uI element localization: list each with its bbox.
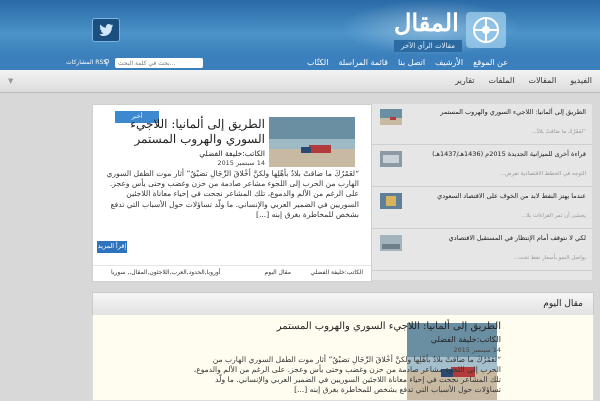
sidebar-post-thumbnail bbox=[380, 151, 402, 167]
sidebar-post[interactable]: قراءة أخرى للميزانية الجديدة 2015م (1436… bbox=[372, 146, 592, 187]
sidebar-post[interactable]: الطريق إلى ألمانيا: اللاجيء السوري والهر… bbox=[372, 104, 592, 145]
search-icon[interactable]: ⚲ bbox=[104, 58, 114, 68]
category-articles[interactable]: المقالات bbox=[528, 70, 556, 92]
recent-posts-sidebar: الطريق إلى ألمانيا: اللاجيء السوري والهر… bbox=[372, 104, 592, 280]
top-link-writers[interactable]: الكتّاب bbox=[307, 56, 328, 70]
daily-article: الطريق إلى ألمانيا: اللاجيء السوري والهر… bbox=[92, 315, 594, 401]
sidebar-post-title[interactable]: الطريق إلى ألمانيا: اللاجيء السوري والهر… bbox=[410, 108, 586, 117]
twitter-icon[interactable] bbox=[92, 18, 120, 42]
top-link-contact[interactable]: اتصل بنا bbox=[398, 56, 425, 70]
category-video[interactable]: الفيديو bbox=[570, 70, 592, 92]
category-reports[interactable]: تقارير bbox=[455, 70, 474, 92]
sidebar-post-thumbnail bbox=[380, 193, 402, 209]
sidebar-post-excerpt: “لعَمْرُكَ ما ضاقتْ بلادٌ... bbox=[531, 129, 586, 135]
top-link-about[interactable]: عن الموقع bbox=[473, 56, 508, 70]
category-navigation: الفيديو المقالات الملفات تقارير ▼ bbox=[0, 70, 600, 93]
sidebar-post[interactable]: لكي لا نتوقف أمام الإنتظار في المستقبل ا… bbox=[372, 230, 592, 271]
sidebar-post-thumbnail bbox=[380, 235, 402, 251]
sidebar-post[interactable]: عندما يهتز النفط لابد من الخوف على الاقت… bbox=[372, 188, 592, 229]
featured-post-image[interactable] bbox=[269, 117, 355, 167]
footer-tags[interactable]: أوروبا,الحدود,العرب,اللاجئون,المقال,, سو… bbox=[111, 269, 220, 276]
site-logo[interactable]: المقال مقالات الرأي الآخر bbox=[394, 8, 514, 52]
top-link-archive[interactable]: الأرشيف bbox=[435, 56, 463, 70]
logo-wordmark: المقال bbox=[394, 8, 459, 37]
sidebar-post-excerpt: يواصل النمو بأسعار نفط تحت... bbox=[513, 255, 586, 261]
post-date: 14 سبتمبر 2015 bbox=[217, 159, 265, 167]
post-author[interactable]: الكاتب:خليفة الفضلي bbox=[165, 149, 265, 158]
sidebar-post-title[interactable]: لكي لا نتوقف أمام الإنتظار في المستقبل ا… bbox=[410, 234, 586, 243]
logo-tagline: مقالات الرأي الآخر bbox=[394, 40, 462, 52]
sidebar-post-title[interactable]: عندما يهتز النفط لابد من الخوف على الاقت… bbox=[410, 192, 586, 201]
footer-category-link[interactable]: مقال اليوم bbox=[265, 269, 291, 276]
daily-article-date: 14 سبتمبر 2015 bbox=[453, 346, 501, 354]
top-link-mailing-list[interactable]: قائمة المراسلة bbox=[338, 56, 388, 70]
site-header: المقال مقالات الرأي الآخر bbox=[0, 0, 600, 56]
featured-post: أخبر الطريق إلى ألمانيا: اللاجيء السوري … bbox=[92, 104, 372, 282]
post-excerpt: “لعَمْرُكَ ما ضاقتْ بلادٌ بأهْلِها ولكنَ… bbox=[106, 169, 359, 219]
sidebar-post-thumbnail bbox=[380, 109, 402, 125]
post-title[interactable]: الطريق إلى ألمانيا: اللاجيء السوري والهر… bbox=[95, 117, 265, 147]
footer-author-link[interactable]: الكاتب:خليفة الفضلي bbox=[310, 269, 363, 276]
category-items: الفيديو المقالات الملفات تقارير bbox=[455, 70, 592, 92]
twitter-bird-icon bbox=[99, 24, 113, 36]
top-links: عن الموقع الأرشيف اتصل بنا قائمة المراسل… bbox=[307, 56, 508, 70]
sidebar-post-excerpt: التوجه في الخطط الاقتصادية تفرض... bbox=[499, 171, 586, 177]
search-input[interactable] bbox=[115, 58, 203, 68]
logo-emblem-icon bbox=[466, 12, 506, 48]
daily-article-author[interactable]: الكاتب:خليفة الفضلي bbox=[301, 335, 501, 344]
read-more-button[interactable]: إقرأ المزيد bbox=[97, 241, 127, 253]
sidebar-post-title[interactable]: قراءة أخرى للميزانية الجديدة 2015م (1436… bbox=[410, 150, 586, 159]
rss-link[interactable]: المشاركات RSS bbox=[66, 56, 107, 70]
category-files[interactable]: الملفات bbox=[488, 70, 514, 92]
sidebar-post-excerpt: يخشى أن تمر القراءات بلا... bbox=[521, 213, 586, 219]
daily-article-excerpt: “لعَمْرُكَ ما ضاقتْ بلادٌ بأهْلِها ولكنَ… bbox=[193, 355, 501, 394]
daily-article-title[interactable]: الطريق إلى ألمانيا: اللاجيء السوري والهر… bbox=[201, 321, 501, 332]
daily-article-header: مقال اليوم bbox=[92, 292, 594, 316]
post-footer: الكاتب:خليفة الفضلي مقال اليوم أوروبا,ال… bbox=[93, 265, 371, 282]
daily-article-heading: مقال اليوم bbox=[543, 299, 583, 309]
chevron-down-icon[interactable]: ▼ bbox=[8, 77, 16, 85]
